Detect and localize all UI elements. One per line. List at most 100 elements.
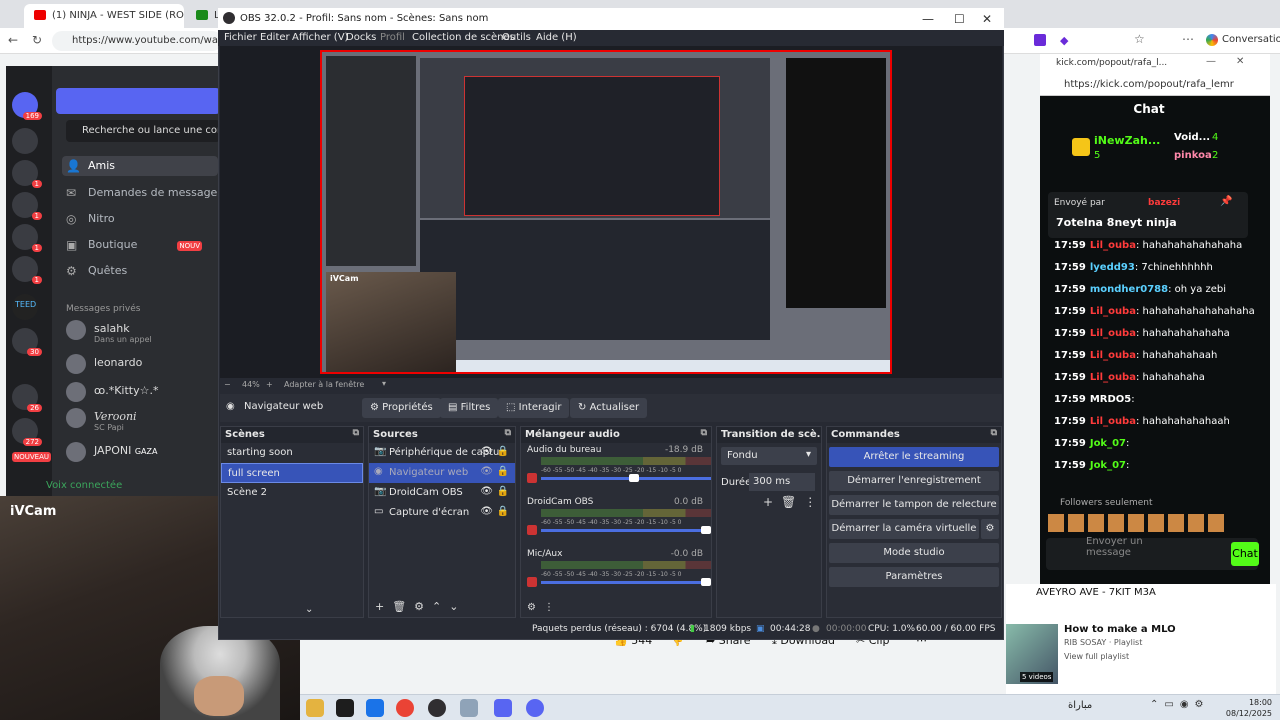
visibility-eye-icon[interactable]: 👁 bbox=[480, 506, 493, 517]
dm-item[interactable]: ꝏ.*Kitty☆.* bbox=[66, 382, 158, 402]
source-item[interactable]: 📷 Périphérique de captu 👁 🔒 bbox=[369, 443, 515, 463]
discord-nav-friends[interactable]: 👤 Amis bbox=[62, 156, 218, 176]
app-icon[interactable] bbox=[526, 699, 544, 717]
tray-icons[interactable]: ⌃▭◉⚙ bbox=[1150, 699, 1210, 710]
chat-username[interactable]: Lil_ouba bbox=[1090, 350, 1136, 361]
source-item[interactable]: ◉ Navigateur web 👁 🔒 bbox=[369, 463, 515, 483]
menu-dots-icon[interactable]: ⋯ bbox=[1182, 32, 1194, 46]
source-item[interactable]: 📷 DroidCam OBS 👁 🔒 bbox=[369, 483, 515, 503]
close-icon[interactable]: ✕ bbox=[982, 12, 992, 26]
menu-file[interactable]: Fichier bbox=[224, 32, 257, 43]
lock-icon[interactable]: 🔒 bbox=[497, 446, 509, 457]
dm-item[interactable]: leonardo bbox=[66, 354, 142, 374]
top-gifter-name[interactable]: iNewZah... bbox=[1094, 134, 1160, 147]
zoom-in-icon[interactable]: + bbox=[266, 380, 273, 389]
menu-tools[interactable]: Outils bbox=[502, 32, 531, 43]
discord-home-icon[interactable]: 169 bbox=[12, 92, 42, 120]
view-playlist-link[interactable]: View full playlist bbox=[1064, 652, 1129, 661]
volume-slider[interactable] bbox=[541, 581, 711, 584]
dm-item[interactable]: Verooni SC Papi bbox=[66, 408, 137, 432]
discord-nav-message-requests[interactable]: ✉ Demandes de message bbox=[62, 186, 217, 206]
menu-profile[interactable]: Profil bbox=[380, 32, 405, 43]
chat-username[interactable]: Lil_ouba bbox=[1090, 240, 1136, 251]
video-thumbnail[interactable]: 5 videos bbox=[1006, 624, 1058, 684]
file-explorer-icon[interactable] bbox=[306, 699, 324, 717]
transition-select[interactable]: Fondu ▾ bbox=[721, 447, 817, 465]
browser-tab-2[interactable]: La bbox=[186, 4, 222, 28]
volume-slider-handle[interactable] bbox=[629, 474, 639, 482]
scene-down-icon[interactable]: ⌄ bbox=[305, 604, 313, 615]
video-title[interactable]: How to make a MLO bbox=[1064, 624, 1176, 635]
visibility-eye-icon[interactable]: 👁 bbox=[480, 466, 493, 477]
zoom-out-icon[interactable]: − bbox=[224, 380, 231, 389]
menu-scene-collection[interactable]: Collection de scènes bbox=[412, 32, 515, 43]
server-icon[interactable]: 30 bbox=[12, 328, 42, 356]
conversation-label[interactable]: Conversation bbox=[1222, 34, 1280, 45]
chat-username[interactable]: lyedd93 bbox=[1090, 262, 1135, 273]
server-icon[interactable]: 1 bbox=[12, 160, 42, 188]
gifter-name[interactable]: Void... bbox=[1174, 132, 1210, 143]
command-button[interactable]: Démarrer le tampon de relecture bbox=[829, 495, 999, 515]
extension-icon[interactable] bbox=[1034, 34, 1046, 46]
server-icon[interactable]: 26 bbox=[12, 384, 42, 412]
mute-icon[interactable] bbox=[527, 473, 537, 483]
lock-icon[interactable]: 🔒 bbox=[497, 466, 509, 477]
kick-url-field[interactable]: https://kick.com/popout/rafa_lemr bbox=[1046, 76, 1264, 94]
server-icon[interactable]: 1 bbox=[12, 224, 42, 252]
command-button[interactable]: Démarrer la caméra virtuelle bbox=[829, 519, 979, 539]
zoom-mode[interactable]: Adapter à la fenêtre bbox=[284, 380, 364, 389]
gifter-name[interactable]: pinkoa bbox=[1174, 150, 1212, 161]
lock-icon[interactable]: 🔒 bbox=[497, 486, 509, 497]
chat-username[interactable]: mondher0788 bbox=[1090, 284, 1168, 295]
emote-row[interactable] bbox=[1048, 514, 1228, 532]
properties-button[interactable]: ⚙ Propriétés bbox=[362, 398, 441, 418]
chevron-down-icon[interactable]: ▾ bbox=[382, 379, 386, 388]
chat-username[interactable]: Lil_ouba bbox=[1090, 416, 1136, 427]
chrome-icon[interactable] bbox=[396, 699, 414, 717]
lock-icon[interactable]: 🔒 bbox=[497, 506, 509, 517]
menu-edit[interactable]: Editer bbox=[260, 32, 290, 43]
transition-controls[interactable]: +🗑⋮ bbox=[763, 495, 824, 509]
chat-username[interactable]: MRDO5 bbox=[1090, 394, 1131, 405]
scene-item[interactable]: starting soon bbox=[221, 443, 363, 463]
chat-username[interactable]: Lil_ouba bbox=[1090, 306, 1136, 317]
minimize-icon[interactable]: — bbox=[922, 12, 934, 26]
volume-slider[interactable] bbox=[541, 477, 711, 480]
store-icon[interactable] bbox=[336, 699, 354, 717]
chat-username[interactable]: Lil_ouba bbox=[1090, 328, 1136, 339]
chat-username[interactable]: Lil_ouba bbox=[1090, 372, 1136, 383]
copilot-icon[interactable] bbox=[1206, 34, 1218, 46]
menu-docks[interactable]: Docks bbox=[346, 32, 376, 43]
address-input[interactable]: https://www.youtube.com/watch?v= bbox=[52, 31, 222, 51]
discord-search-input[interactable]: Recherche ou lance une conversat bbox=[66, 120, 220, 142]
chat-send-button[interactable]: Chat bbox=[1231, 542, 1259, 566]
reload-icon[interactable]: ↻ bbox=[30, 33, 44, 47]
filters-button[interactable]: ▤ Filtres bbox=[440, 398, 499, 418]
command-button[interactable]: Arrêter le streaming bbox=[829, 447, 999, 467]
shield-icon[interactable]: ◆ bbox=[1060, 34, 1068, 47]
dm-item[interactable]: salahk Dans un appel bbox=[66, 320, 152, 344]
volume-slider-handle[interactable] bbox=[701, 578, 711, 586]
discord-icon[interactable] bbox=[494, 699, 512, 717]
refresh-button[interactable]: ↻ Actualiser bbox=[570, 398, 648, 418]
discord-nav-quests[interactable]: ⚙ Quêtes bbox=[62, 264, 127, 284]
command-button[interactable]: Démarrer l'enregistrement bbox=[829, 471, 999, 491]
server-icon[interactable]: 1 bbox=[12, 192, 42, 220]
outlook-icon[interactable] bbox=[366, 699, 384, 717]
browser-tab-youtube[interactable]: (1) NINJA - WEST SIDE (ROLEPLAY bbox=[24, 4, 184, 28]
command-button[interactable]: Paramètres bbox=[829, 567, 999, 587]
source-item[interactable]: ▭ Capture d'écran 👁 🔒 bbox=[369, 503, 515, 523]
chat-username[interactable]: Jok_07 bbox=[1090, 438, 1126, 449]
maximize-icon[interactable]: ☐ bbox=[954, 12, 965, 26]
scene-item[interactable]: full screen bbox=[221, 463, 363, 483]
mixer-controls[interactable]: ⚙⋮ bbox=[527, 602, 562, 613]
mute-icon[interactable] bbox=[527, 577, 537, 587]
server-icon[interactable] bbox=[12, 128, 38, 154]
clock[interactable]: 18:00 08/12/2025 bbox=[1226, 697, 1272, 719]
scene-item[interactable]: Scène 2 bbox=[221, 483, 363, 503]
server-icon[interactable]: 1 bbox=[12, 256, 42, 284]
discord-nav-shop[interactable]: ▣ Boutique NOUV bbox=[62, 238, 203, 258]
duration-input[interactable]: 300 ms bbox=[749, 473, 815, 491]
server-icon[interactable]: 272 bbox=[12, 418, 42, 446]
minimize-icon[interactable]: — bbox=[1206, 56, 1216, 67]
